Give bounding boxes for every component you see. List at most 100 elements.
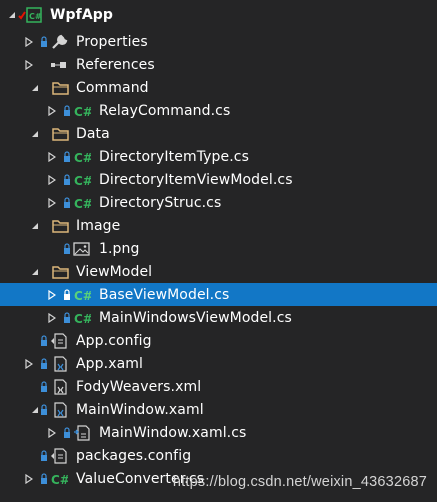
tree-item-label: Command <box>76 79 149 96</box>
tree-item-label: DirectoryItemViewModel.cs <box>99 171 293 188</box>
csharp-file-icon: C# <box>74 197 91 211</box>
tree-item-properties[interactable]: Properties <box>0 30 437 53</box>
collapsed-arrow-icon[interactable] <box>23 352 35 375</box>
xml-file-icon <box>54 378 67 395</box>
config-file-icon <box>51 332 67 349</box>
expanded-arrow-icon[interactable] <box>29 122 41 145</box>
lock-icon <box>41 357 47 369</box>
csharp-file-icon: C# <box>74 289 91 303</box>
svg-text:C#: C# <box>29 12 42 21</box>
folder-open-icon <box>52 81 69 95</box>
tree-item-label: DirectoryItemType.cs <box>99 148 249 165</box>
tree-item-label: Properties <box>76 33 148 50</box>
svg-text:C#: C# <box>74 151 91 165</box>
svg-text:C#: C# <box>51 473 68 487</box>
config-file-icon <box>51 447 67 464</box>
lock-icon <box>64 196 70 208</box>
collapsed-arrow-icon[interactable] <box>46 306 58 329</box>
csharp-file-icon: C# <box>74 174 91 188</box>
lock-icon <box>64 150 70 162</box>
wrench-icon <box>52 34 68 49</box>
tree-item-folder-data[interactable]: Data <box>0 122 437 145</box>
folder-open-icon <box>52 127 69 141</box>
svg-text:C#: C# <box>74 174 91 188</box>
lock-icon <box>64 242 70 254</box>
tree-item-project[interactable]: C# WpfApp <box>0 0 437 30</box>
tree-item-file[interactable]: App.xaml <box>0 352 437 375</box>
csharp-file-icon: C# <box>74 151 91 165</box>
lock-icon <box>41 449 47 461</box>
tree-item-label: MainWindow.xaml <box>76 401 204 418</box>
collapsed-arrow-icon[interactable] <box>23 30 35 53</box>
code-behind-file-icon <box>74 424 90 441</box>
lock-icon <box>64 173 70 185</box>
tree-item-label: App.xaml <box>76 355 143 372</box>
tree-item-folder-command[interactable]: Command <box>0 76 437 99</box>
watermark-url: https://blog.csdn.net/weixin_43632687 <box>172 474 427 490</box>
tree-item-file[interactable]: 1.png <box>0 237 437 260</box>
lock-icon <box>41 334 47 346</box>
collapsed-arrow-icon[interactable] <box>46 168 58 191</box>
collapsed-arrow-icon[interactable] <box>23 467 35 490</box>
tree-item-label: References <box>76 56 155 73</box>
tree-item-label: Data <box>76 125 110 142</box>
tree-item-folder-viewmodel[interactable]: ViewModel <box>0 260 437 283</box>
tree-item-file[interactable]: MainWindow.xaml.cs <box>0 421 437 444</box>
tree-item-file[interactable]: C# DirectoryItemType.cs <box>0 145 437 168</box>
collapsed-arrow-icon[interactable] <box>46 283 58 306</box>
collapsed-arrow-icon[interactable] <box>46 421 58 444</box>
csharp-file-icon: C# <box>51 473 68 487</box>
lock-icon <box>41 380 47 392</box>
tree-item-label: BaseViewModel.cs <box>99 286 230 303</box>
tree-item-file[interactable]: App.config <box>0 329 437 352</box>
lock-icon <box>64 288 70 300</box>
expanded-arrow-icon[interactable] <box>29 76 41 99</box>
collapsed-arrow-icon[interactable] <box>46 99 58 122</box>
tree-item-label: MainWindow.xaml.cs <box>99 424 247 441</box>
tree-item-label: RelayCommand.cs <box>99 102 231 119</box>
image-file-icon <box>73 241 90 256</box>
tree-item-file[interactable]: C# DirectoryStruc.cs <box>0 191 437 214</box>
tree-item-file[interactable]: FodyWeavers.xml <box>0 375 437 398</box>
tree-item-file[interactable]: C# MainWindowsViewModel.cs <box>0 306 437 329</box>
tree-item-file[interactable]: C# RelayCommand.cs <box>0 99 437 122</box>
svg-text:C#: C# <box>74 105 91 119</box>
csharp-file-icon: C# <box>74 312 91 326</box>
lock-icon <box>64 311 70 323</box>
project-name: WpfApp <box>50 7 114 23</box>
lock-icon <box>64 426 70 438</box>
xaml-file-icon <box>54 355 67 372</box>
tree-item-file[interactable]: C# DirectoryItemViewModel.cs <box>0 168 437 191</box>
tree-item-label: MainWindowsViewModel.cs <box>99 309 292 326</box>
lock-icon <box>64 104 70 116</box>
tree-item-file[interactable]: MainWindow.xaml <box>0 398 437 421</box>
expanded-arrow-icon[interactable] <box>6 0 18 30</box>
expanded-arrow-icon[interactable] <box>29 260 41 283</box>
tree-item-label: DirectoryStruc.cs <box>99 194 222 211</box>
folder-open-icon <box>52 265 69 279</box>
xaml-file-icon <box>54 401 67 418</box>
svg-text:C#: C# <box>74 289 91 303</box>
collapsed-arrow-icon[interactable] <box>23 53 35 76</box>
tree-item-label: ViewModel <box>76 263 153 280</box>
csharp-file-icon: C# <box>74 105 91 119</box>
tree-item-label: 1.png <box>99 240 140 257</box>
tree-item-folder-image[interactable]: Image <box>0 214 437 237</box>
lock-icon <box>41 35 47 47</box>
references-icon <box>51 61 66 68</box>
expanded-arrow-icon[interactable] <box>29 214 41 237</box>
tree-item-file-selected[interactable]: C# BaseViewModel.cs <box>0 283 437 306</box>
lock-icon <box>41 472 47 484</box>
folder-open-icon <box>52 219 69 233</box>
lock-icon <box>41 403 47 415</box>
tree-item-label: packages.config <box>76 447 192 464</box>
tree-item-label: App.config <box>76 332 152 349</box>
csharp-project-icon: C# <box>18 7 42 23</box>
tree-item-references[interactable]: References <box>0 53 437 76</box>
tree-item-label: Image <box>76 217 121 234</box>
tree-item-file[interactable]: packages.config <box>0 444 437 467</box>
solution-explorer-tree: C# WpfApp Properties References Command … <box>0 0 437 490</box>
collapsed-arrow-icon[interactable] <box>46 191 58 214</box>
svg-text:C#: C# <box>74 312 91 326</box>
collapsed-arrow-icon[interactable] <box>46 145 58 168</box>
